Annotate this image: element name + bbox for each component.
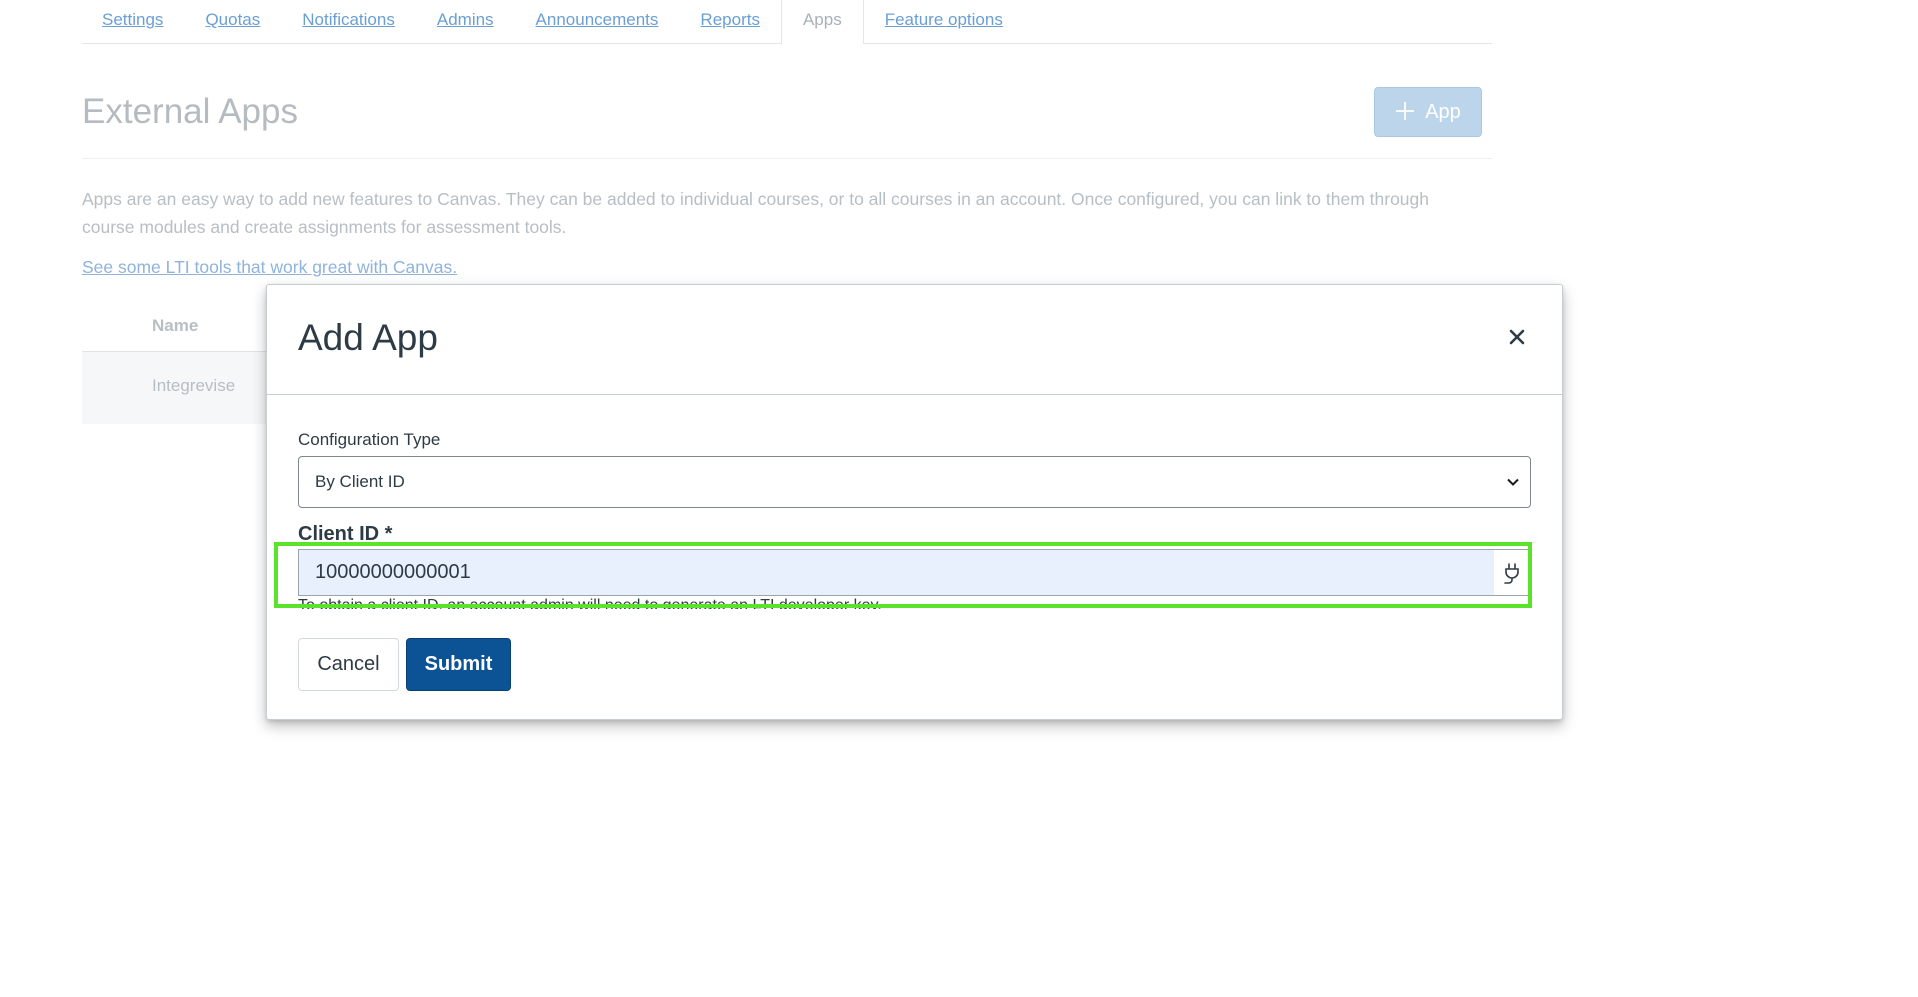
apps-description: Apps are an easy way to add new features… (82, 189, 1430, 237)
close-button[interactable] (1499, 321, 1535, 357)
client-id-hint: To obtain a client ID, an account admin … (298, 597, 882, 609)
header-divider (82, 158, 1492, 159)
tab-feature-options[interactable]: Feature options (864, 0, 1024, 43)
client-id-input[interactable] (299, 549, 1494, 596)
client-id-label: Client ID * (298, 523, 393, 545)
add-app-button[interactable]: App (1374, 87, 1482, 137)
page: Settings Quotas Notifications Admins Ann… (0, 0, 1918, 997)
configuration-type-label: Configuration Type (298, 430, 441, 449)
tab-quotas[interactable]: Quotas (184, 0, 281, 43)
tab-notifications[interactable]: Notifications (281, 0, 416, 43)
tab-announcements[interactable]: Announcements (515, 0, 680, 43)
table-row-name: Integrevise (152, 376, 236, 395)
close-icon (1509, 329, 1525, 350)
configuration-type-value: By Client ID (315, 472, 405, 491)
column-header-name: Name (152, 316, 199, 335)
tab-admins[interactable]: Admins (416, 0, 515, 43)
plug-icon (1494, 550, 1530, 595)
modal-header-divider (267, 394, 1562, 395)
add-app-button-label: App (1425, 100, 1461, 123)
tab-settings[interactable]: Settings (82, 0, 184, 43)
account-tabs: Settings Quotas Notifications Admins Ann… (82, 0, 1492, 44)
lti-tools-link[interactable]: See some LTI tools that work great with … (82, 257, 457, 278)
configuration-type-select[interactable]: By Client ID (298, 456, 1531, 508)
cancel-button[interactable]: Cancel (298, 638, 399, 691)
apps-table: Name Integrevise (82, 304, 282, 424)
chevron-down-icon (1496, 478, 1530, 486)
tab-reports[interactable]: Reports (679, 0, 781, 43)
client-id-field (298, 549, 1531, 596)
tab-apps[interactable]: Apps (780, 0, 864, 44)
page-title: External Apps (82, 92, 298, 131)
modal-title: Add App (298, 317, 438, 358)
plus-icon (1395, 98, 1415, 126)
add-app-modal: Add App Configuration Type By Client ID … (266, 284, 1563, 720)
submit-button[interactable]: Submit (406, 638, 511, 691)
